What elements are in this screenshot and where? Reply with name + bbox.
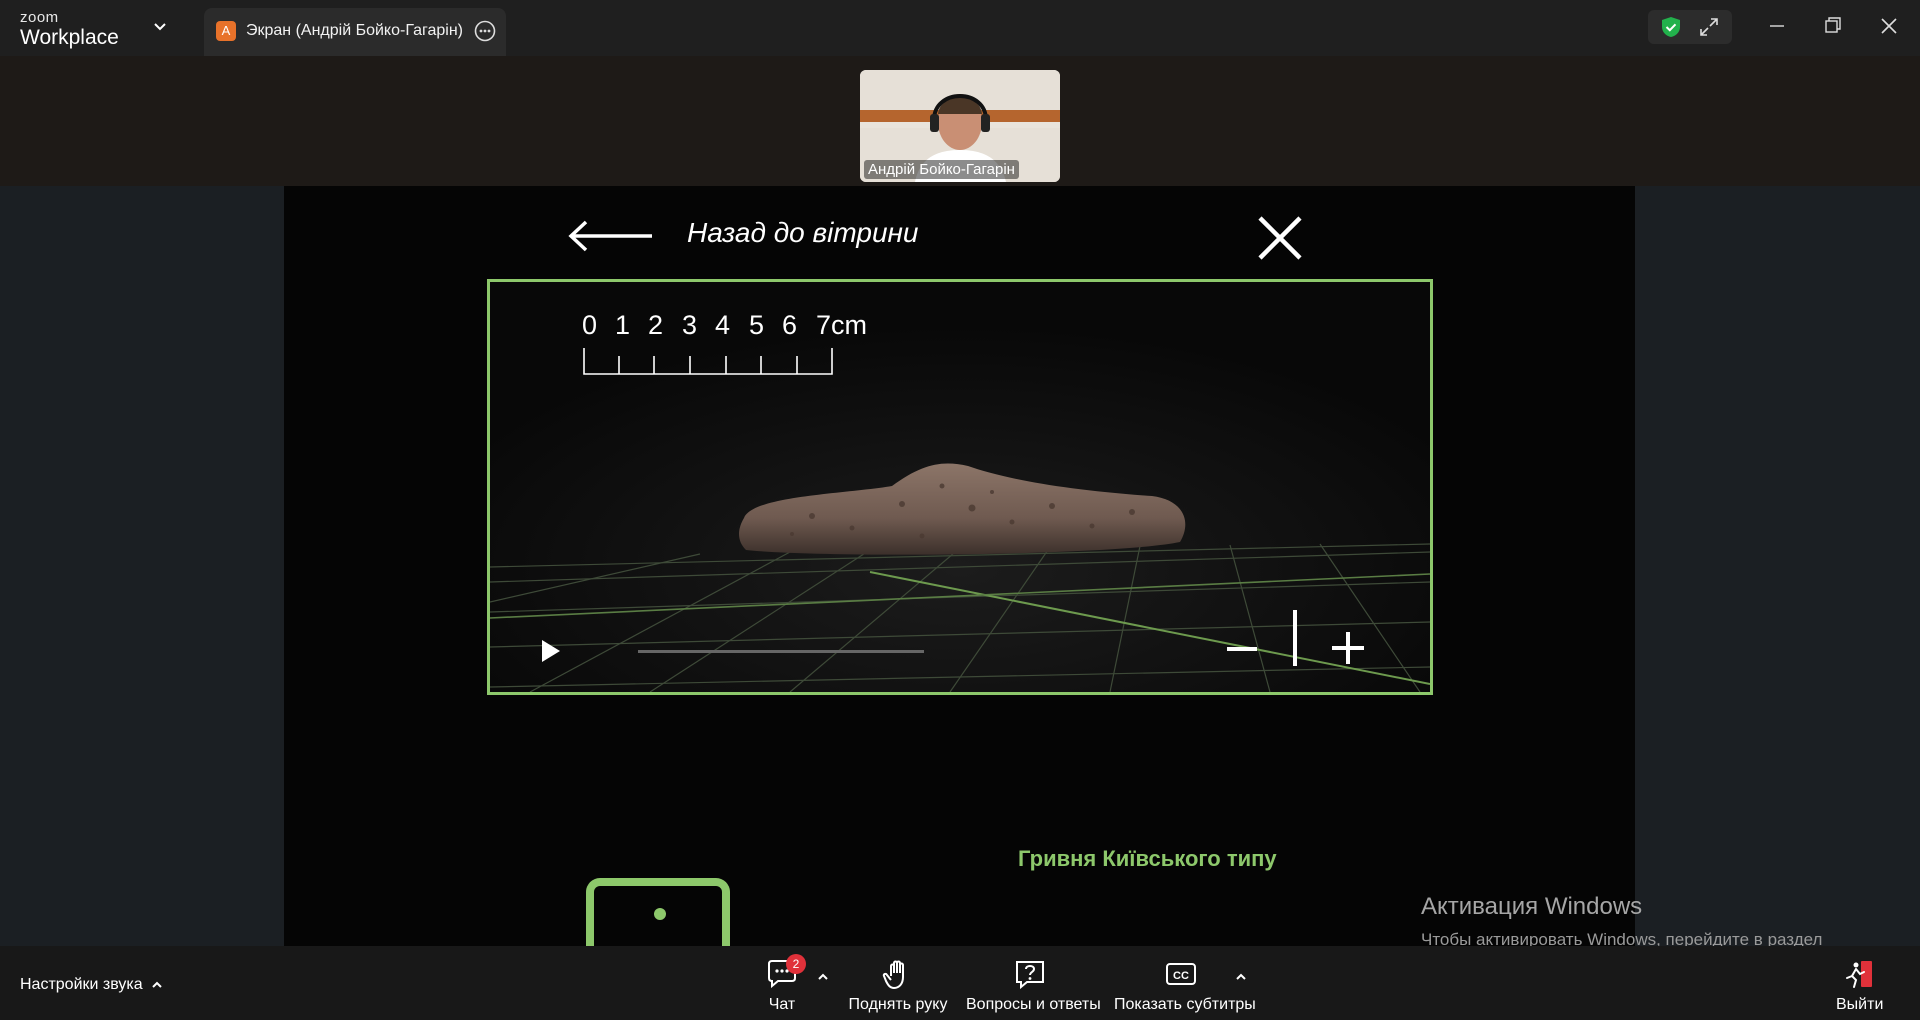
expand-icon[interactable] xyxy=(1700,18,1718,36)
ruler-label-4: 4 xyxy=(715,310,731,340)
tab-screen-share[interactable]: A Экран (Андрій Бойко-Гагарін) xyxy=(204,8,506,56)
ruler-label-0: 0 xyxy=(582,310,598,340)
raise-hand-label: Поднять руку xyxy=(848,996,948,1013)
back-to-showcase-link[interactable]: Назад до вітрини xyxy=(687,217,919,249)
leave-label: Выйти xyxy=(1836,996,1884,1013)
raise-hand-button[interactable]: Поднять руку xyxy=(848,958,948,1014)
ruler-label-6: 6 xyxy=(782,310,798,340)
close-icon[interactable] xyxy=(1256,214,1304,262)
leave-button[interactable]: Выйти xyxy=(1836,958,1884,1014)
captions-label: Показать субтитры xyxy=(1114,996,1256,1013)
svg-text:CC: CC xyxy=(1173,970,1189,982)
minimize-icon[interactable] xyxy=(1762,12,1792,40)
shield-check-icon[interactable] xyxy=(1660,16,1682,38)
more-options-icon[interactable] xyxy=(474,20,496,42)
chevron-up-icon[interactable] xyxy=(1234,970,1248,984)
minus-icon[interactable] xyxy=(1225,632,1259,666)
audio-settings-button[interactable]: Настройки звука xyxy=(20,976,143,994)
ruler-label-5: 5 xyxy=(749,310,765,340)
tab-title: Экран (Андрій Бойко-Гагарін) xyxy=(246,22,463,39)
captions-button[interactable]: CC Показать субтитры xyxy=(1114,958,1256,1014)
question-bubble-icon xyxy=(1016,961,1044,990)
shared-screen: Назад до вітрини 0 1 2 3 4 5 6 7cm Гривн… xyxy=(284,186,1635,946)
chat-unread-badge: 2 xyxy=(786,954,806,974)
phone-camera-dot xyxy=(654,908,666,920)
3d-viewer[interactable]: 0 1 2 3 4 5 6 7cm xyxy=(487,279,1433,695)
ruler-label-1: 1 xyxy=(615,310,631,340)
restore-icon[interactable] xyxy=(1818,12,1848,40)
play-icon[interactable] xyxy=(540,638,562,664)
qa-button[interactable]: Вопросы и ответы xyxy=(966,958,1101,1014)
zoom-workplace-logo[interactable]: zoom Workplace xyxy=(20,10,119,48)
brand-workplace-text: Workplace xyxy=(20,26,119,49)
animation-progress-bar[interactable] xyxy=(638,650,924,653)
arrow-left-icon[interactable] xyxy=(566,216,656,256)
qa-label: Вопросы и ответы xyxy=(966,996,1101,1013)
ruler-scale xyxy=(583,348,833,375)
close-icon[interactable] xyxy=(1874,12,1904,40)
ruler-label-2: 2 xyxy=(648,310,664,340)
plus-icon[interactable] xyxy=(1330,628,1366,668)
chat-label: Чат xyxy=(768,996,796,1013)
activation-title: Активация Windows xyxy=(1421,893,1643,920)
ruler-label-7cm: 7cm xyxy=(816,310,868,340)
security-group xyxy=(1648,10,1732,44)
chevron-up-icon[interactable] xyxy=(150,978,164,992)
avatar: A xyxy=(216,21,236,41)
artifact-model[interactable] xyxy=(732,456,1192,566)
zoom-divider xyxy=(1293,610,1297,666)
leave-door-icon xyxy=(1846,961,1872,988)
chevron-down-icon[interactable] xyxy=(150,16,170,36)
product-title: Гривня Київського типу xyxy=(1018,846,1277,871)
cc-icon: CC xyxy=(1166,963,1196,985)
brand-zoom-text: zoom xyxy=(20,9,59,26)
participant-video[interactable]: Андрій Бойко-Гагарін xyxy=(860,70,1060,182)
chevron-up-icon[interactable] xyxy=(816,970,830,984)
meeting-toolbar: Настройки звука Чат 2 Поднять руку Вопро… xyxy=(0,946,1920,1020)
participant-name: Андрій Бойко-Гагарін xyxy=(864,160,1019,179)
title-bar: zoom Workplace A Экран (Андрій Бойко-Гаг… xyxy=(0,0,1920,56)
phone-rotate-icon xyxy=(586,878,730,946)
ruler-label-3: 3 xyxy=(682,310,698,340)
hand-icon xyxy=(882,960,904,989)
